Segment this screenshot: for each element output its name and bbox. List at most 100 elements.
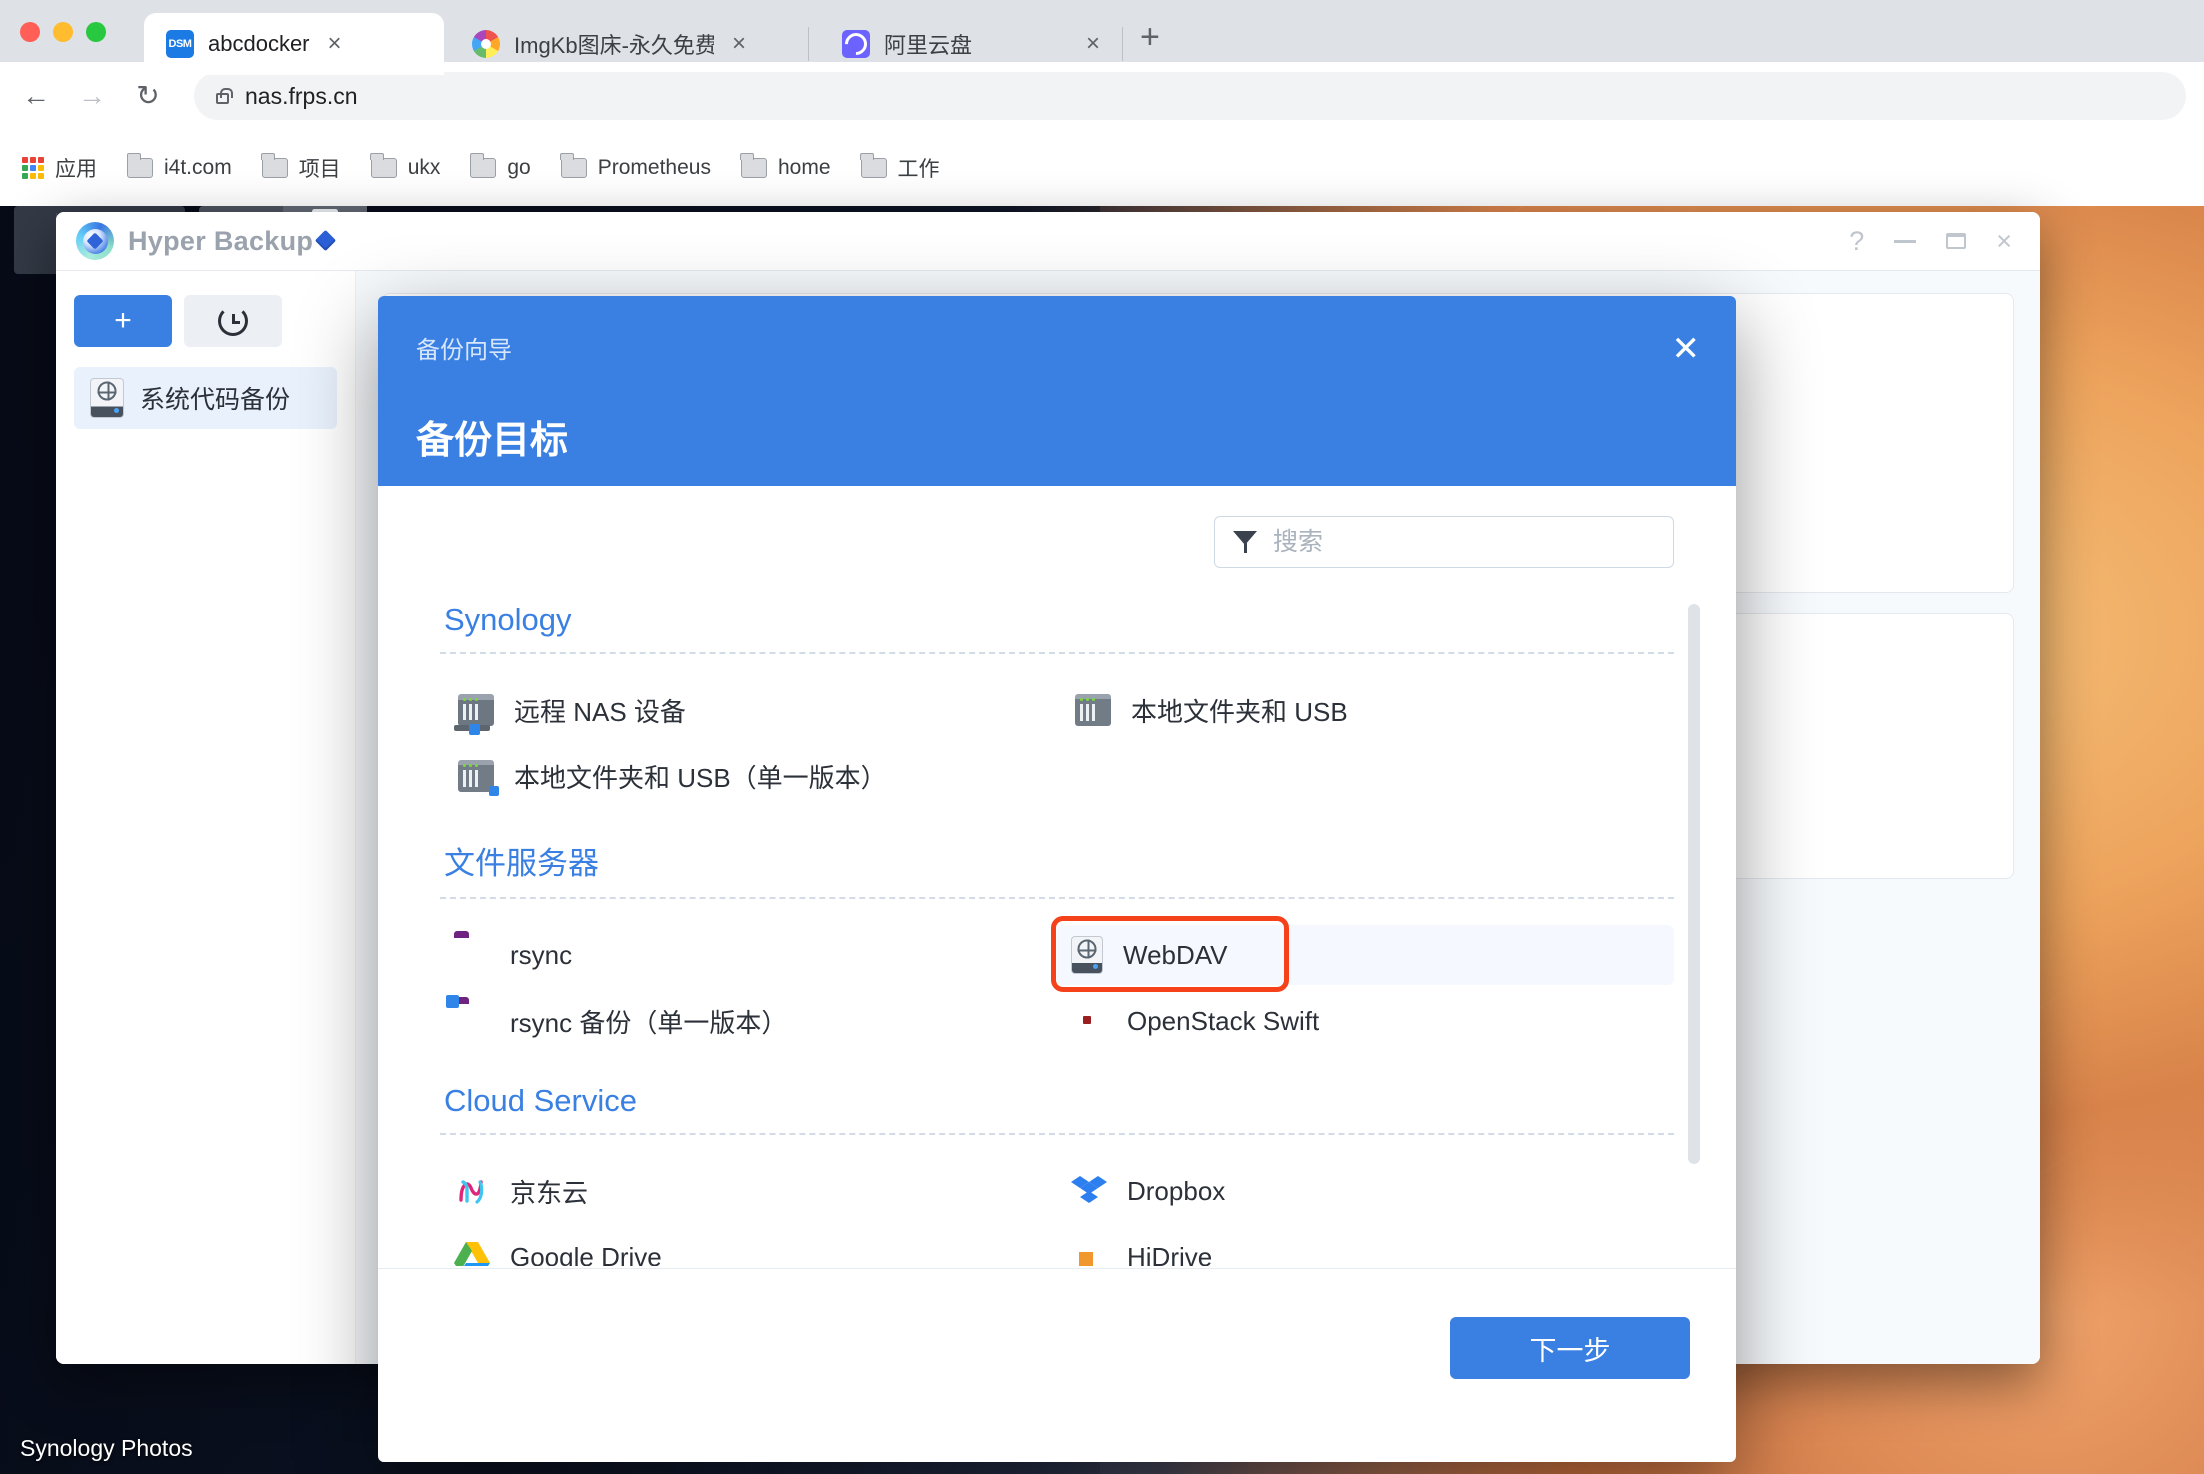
- scrollbar-thumb[interactable]: [1688, 604, 1700, 1164]
- dialog-title: 备份目标: [416, 420, 569, 462]
- destination-rsync-single[interactable]: R rsync 备份（单一版本）: [440, 991, 1057, 1051]
- address-bar[interactable]: nas.frps.cn: [194, 72, 2186, 120]
- category-items: R rsync WebDAV R rsync 备份（单一版本） OpenStac…: [440, 916, 1674, 1051]
- google-drive-icon: [454, 1241, 490, 1266]
- tab-separator: [808, 27, 809, 61]
- destination-label: Dropbox: [1127, 1175, 1226, 1206]
- dropbox-icon: [1071, 1175, 1107, 1207]
- dialog-footer: 下一步: [378, 1268, 1736, 1462]
- bookmark-label: 应用: [55, 158, 97, 181]
- backup-wizard-dialog: 备份向导 备份目标 ✕ Synology: [378, 296, 1736, 1462]
- bookmark-gongzuo[interactable]: 工作: [860, 153, 940, 183]
- destination-dropbox[interactable]: Dropbox: [1057, 1161, 1674, 1221]
- hyper-backup-sidebar: + 系统代码备份: [56, 271, 356, 1364]
- reload-icon[interactable]: ↻: [130, 82, 166, 110]
- browser-tab-abcdocker[interactable]: DSM abcdocker ×: [144, 13, 444, 75]
- tab-separator: [1122, 27, 1123, 61]
- destination-rsync[interactable]: R rsync: [440, 925, 1057, 985]
- destination-google-drive[interactable]: Google Drive: [440, 1227, 1057, 1266]
- window-controls: ? ×: [1849, 227, 2020, 255]
- minimize-icon[interactable]: [1894, 239, 1917, 243]
- rsync-single-icon: R: [446, 995, 490, 1039]
- category-items: 京东云 Dropbox Google Drive HiDrive: [440, 1161, 1674, 1266]
- bookmark-ukx[interactable]: ukx: [370, 153, 440, 180]
- lock-icon: [216, 88, 233, 104]
- local-folder-usb-single-icon: [458, 760, 499, 796]
- address-bar-url: nas.frps.cn: [245, 82, 358, 109]
- category-cloud-service: Cloud Service 京东云 Dropbox Google Drive H…: [440, 1083, 1674, 1266]
- grid-spacer: [1057, 746, 1674, 806]
- category-divider: [440, 1133, 1674, 1135]
- desktop-icon-label: Synology Photos: [20, 1435, 193, 1461]
- tab-title: abcdocker: [208, 31, 310, 56]
- tab-title: 阿里云盘: [884, 33, 973, 58]
- category-divider: [440, 652, 1674, 654]
- restore-clock-icon: [218, 306, 248, 336]
- search-row: [378, 516, 1736, 568]
- forward-icon[interactable]: →: [74, 82, 110, 110]
- browser-chrome: DSM abcdocker × ImgKb图床-永久免费图床 专业图 × 阿里云…: [0, 0, 2204, 206]
- category-synology: Synology 远程 NAS 设备 本地文件夹和 USB 本地文件夹和 USB…: [440, 602, 1674, 806]
- browser-tab-imgkb[interactable]: ImgKb图床-永久免费图床 专业图 ×: [450, 13, 790, 75]
- maximize-window-icon[interactable]: [86, 22, 106, 42]
- bookmark-xiangmu[interactable]: 项目: [261, 153, 341, 183]
- destination-label: 本地文件夹和 USB（单一版本）: [514, 762, 887, 793]
- local-folder-usb-icon: [1075, 694, 1111, 726]
- close-icon[interactable]: ✕: [1672, 332, 1701, 366]
- task-label: 系统代码备份: [140, 386, 291, 414]
- folder-icon: [740, 153, 767, 178]
- hyper-backup-titlebar: Hyper Backup ? ×: [56, 212, 2040, 270]
- destination-webdav[interactable]: WebDAV: [1051, 916, 1674, 992]
- destination-remote-nas[interactable]: 远程 NAS 设备: [440, 680, 1057, 740]
- dialog-header: 备份向导 备份目标 ✕: [378, 296, 1736, 486]
- bookmark-label: i4t.com: [164, 156, 232, 179]
- maximize-icon[interactable]: [1946, 233, 1967, 249]
- destination-list: Synology 远程 NAS 设备 本地文件夹和 USB 本地文件夹和 USB…: [378, 602, 1736, 1266]
- destination-label: 本地文件夹和 USB: [1131, 696, 1348, 727]
- tab-title: ImgKb图床-永久免费图床 专业图: [514, 33, 714, 58]
- help-icon[interactable]: ?: [1849, 227, 1864, 255]
- page-title: Hyper Backup: [128, 225, 314, 256]
- tab-strip: DSM abcdocker × ImgKb图床-永久免费图床 专业图 × 阿里云…: [0, 0, 2204, 75]
- openstack-swift-icon: [1071, 1003, 1107, 1039]
- destination-hidrive[interactable]: HiDrive: [1057, 1227, 1674, 1267]
- destination-openstack-swift[interactable]: OpenStack Swift: [1057, 991, 1674, 1051]
- browser-tab-aliyun[interactable]: 阿里云盘 ×: [820, 13, 1120, 75]
- folder-icon: [126, 153, 153, 178]
- minimize-window-icon[interactable]: [53, 22, 73, 42]
- bookmark-go[interactable]: go: [469, 153, 531, 180]
- back-icon[interactable]: ←: [18, 82, 54, 110]
- webdav-icon: [1071, 936, 1103, 974]
- aliyun-favicon: [842, 30, 870, 58]
- destination-local-folder-usb[interactable]: 本地文件夹和 USB: [1057, 680, 1674, 740]
- backup-task-list-item[interactable]: 系统代码备份: [74, 367, 337, 429]
- add-backup-task-button[interactable]: +: [74, 295, 172, 347]
- window-traffic-lights[interactable]: [20, 22, 106, 42]
- search-box[interactable]: [1214, 516, 1674, 568]
- folder-icon: [860, 153, 887, 178]
- tab-close-icon[interactable]: ×: [1082, 32, 1104, 56]
- destination-jdcloud[interactable]: 京东云: [440, 1161, 1057, 1221]
- tab-close-icon[interactable]: ×: [324, 32, 346, 56]
- close-icon[interactable]: ×: [1996, 227, 2012, 255]
- close-window-icon[interactable]: [20, 22, 40, 42]
- rsync-icon: R: [462, 942, 474, 959]
- bookmark-home[interactable]: home: [740, 153, 831, 180]
- bookmark-i4t[interactable]: i4t.com: [126, 153, 232, 180]
- category-title: Cloud Service: [444, 1083, 637, 1118]
- category-file-server: 文件服务器 R rsync WebDAV R rsync 备份（单一版本） Op…: [440, 838, 1674, 1051]
- destination-label: Google Drive: [510, 1241, 662, 1267]
- restore-button[interactable]: [184, 295, 282, 347]
- tab-close-icon[interactable]: ×: [728, 32, 750, 56]
- destination-label: rsync: [510, 939, 573, 970]
- next-step-button[interactable]: 下一步: [1450, 1317, 1690, 1379]
- new-tab-button[interactable]: +: [1140, 20, 1160, 54]
- bookmark-label: 工作: [897, 158, 940, 181]
- bookmark-apps[interactable]: 应用: [22, 153, 97, 183]
- category-title: Synology: [444, 602, 572, 637]
- destination-list-scrollbar[interactable]: [1688, 604, 1700, 1176]
- bookmark-label: Prometheus: [597, 156, 711, 179]
- destination-local-folder-usb-single[interactable]: 本地文件夹和 USB（单一版本）: [440, 746, 1057, 806]
- bookmark-prometheus[interactable]: Prometheus: [560, 153, 711, 180]
- search-input[interactable]: [1273, 527, 1655, 557]
